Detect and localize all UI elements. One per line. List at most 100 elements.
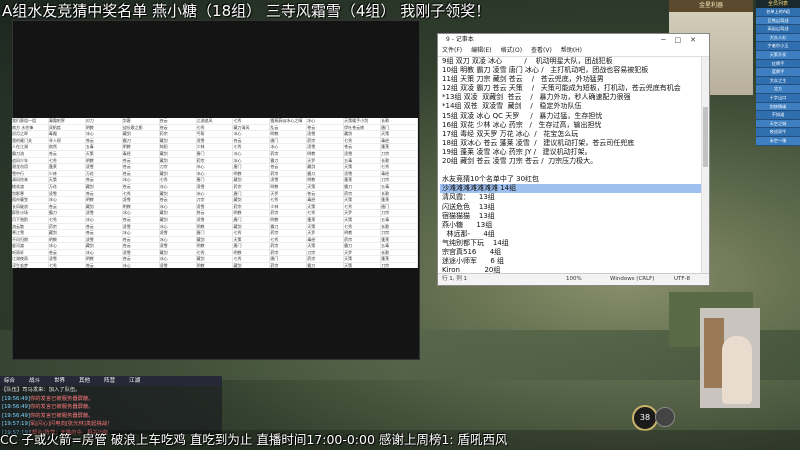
chat-tab[interactable]: 世界 [50, 378, 65, 384]
sheet-cell[interactable]: 药宗 [270, 230, 308, 237]
sheet-cell[interactable]: 冰心 [196, 164, 234, 171]
sheet-cell[interactable]: 唐门 [196, 177, 234, 184]
sheet-cell[interactable]: 战长歌之影 [122, 124, 160, 132]
sheet-cell[interactable]: 明教 [307, 150, 345, 158]
sheet-cell[interactable]: 明教 [196, 243, 234, 250]
sheet-cell[interactable]: 天策 [307, 203, 345, 211]
sheet-cell[interactable]: 天策 [344, 197, 382, 204]
sheet-cell[interactable]: 刀宗 [381, 263, 418, 268]
sheet-cell[interactable]: 天策 [344, 256, 382, 264]
sheet-cell[interactable]: 冰心 [270, 144, 308, 151]
sheet-cell[interactable]: 凌雪 [85, 236, 123, 244]
spreadsheet-panel[interactable]: 我们赛组一组 凝霜射界 对刀 剑客 苍云 江湖追风 七秀 霞蒸蔚@冰心之晴 冰心 天策暖手小剑 长歌… [12, 118, 418, 268]
chat-tab[interactable]: 其他 [75, 378, 90, 384]
sheet-cell[interactable]: 冰心 [85, 216, 123, 224]
sheet-cell[interactable]: 毒霜 [48, 131, 86, 138]
sheet-cell[interactable]: 药宗 [270, 170, 308, 178]
sheet-cell[interactable]: 雪中行 [12, 170, 49, 178]
sheet-cell[interactable]: 霸刀 [344, 183, 382, 191]
sheet-cell[interactable]: 双帆疾 [48, 124, 86, 132]
sheet-cell[interactable]: 孤舟蓑笠 [12, 197, 49, 204]
sheet-cell[interactable]: 唐门 [381, 124, 418, 132]
right-list-item[interactable]: 巨铁山驾战 [756, 16, 800, 26]
sheet-cell[interactable]: 五毒 [344, 157, 382, 165]
sheet-cell[interactable]: 苍云 [122, 183, 160, 191]
sheet-cell[interactable]: 苍云 [270, 164, 308, 171]
sheet-cell[interactable]: 天策暖手小剑 [344, 118, 382, 125]
notepad-menu-item[interactable]: 帮助(H) [561, 47, 582, 54]
sheet-cell[interactable]: 寒江雪 [12, 230, 49, 237]
sheet-cell[interactable]: 月下独酌 [12, 216, 49, 224]
sheet-cell[interactable]: 藏剑 [85, 183, 123, 191]
sheet-cell[interactable]: 冰心 [123, 263, 160, 268]
sheet-cell[interactable]: 冰心 [233, 150, 271, 158]
sheet-cell[interactable]: 剑客 [122, 118, 160, 125]
sheet-cell[interactable]: 凌雪 [307, 144, 345, 151]
sheet-cell[interactable]: 苍云 [122, 164, 160, 171]
sheet-cell[interactable]: 天罗 [344, 210, 382, 217]
sheet-cell[interactable]: 七秀 [49, 263, 86, 268]
chat-tab[interactable]: 综合 [0, 378, 15, 384]
sheet-cell[interactable]: 苍云 [48, 249, 86, 257]
sheet-cell[interactable]: 天策 [381, 131, 418, 138]
sheet-cell[interactable]: 苍云 [85, 177, 123, 184]
sheet-cell[interactable]: 五毒 [381, 243, 418, 250]
sheet-cell[interactable]: 五毒 [381, 183, 418, 191]
sheet-cell[interactable]: 明教 [233, 170, 271, 178]
chat-tab[interactable]: 战斗 [25, 378, 40, 384]
sheet-cell[interactable]: 五毒 [381, 216, 418, 224]
right-list-item[interactable]: 半空一锤 [756, 136, 800, 146]
sheet-cell[interactable]: 明教 [270, 216, 308, 224]
sheet-cell[interactable]: 苍云 [307, 124, 345, 132]
sheet-cell[interactable]: 天策 [85, 150, 123, 158]
right-list-item[interactable]: 宁者尔小玉 [756, 42, 800, 51]
sheet-cell[interactable]: 七秀 [233, 256, 271, 264]
sheet-cell[interactable]: 冰心 [159, 203, 197, 211]
sheet-cell[interactable]: 藏剑 [159, 210, 197, 217]
sheet-cell[interactable]: 伊吐苍云棱 [344, 124, 382, 132]
sheet-cell[interactable]: 明教 [344, 230, 382, 237]
sheet-cell[interactable]: 毒经 [381, 170, 418, 178]
sheet-cell[interactable]: 藏剑 [159, 170, 197, 178]
sheet-cell[interactable]: 藏剑 [85, 243, 123, 250]
sheet-cell[interactable]: 七秀 [48, 216, 86, 224]
sheet-cell[interactable]: 长歌 [381, 249, 418, 257]
sheet-cell[interactable]: 明教 [122, 203, 160, 211]
sheet-cell[interactable]: 藏剑 [48, 230, 86, 237]
sheet-cell[interactable]: 冰心 [159, 256, 197, 264]
sheet-cell[interactable]: 凌雪 [159, 230, 197, 237]
sheet-cell[interactable]: 苍云 [122, 243, 160, 250]
sheet-cell[interactable]: 凌雪 [122, 223, 160, 231]
sheet-cell[interactable]: 长歌 [381, 223, 418, 231]
sheet-cell[interactable]: 凌雪 [196, 137, 234, 145]
sheet-cell[interactable]: 明教 [233, 249, 271, 257]
sheet-cell[interactable]: 天罗 [307, 157, 345, 165]
skill-icon[interactable] [655, 407, 675, 427]
sheet-cell[interactable]: 长歌 [381, 190, 418, 198]
sheet-cell[interactable]: 藏剑 [159, 216, 197, 224]
right-list-item[interactable]: 十字山口 [756, 93, 800, 103]
sheet-cell[interactable]: 藏剑 [233, 177, 271, 184]
sheet-cell[interactable]: 冰心 [122, 177, 160, 184]
sheet-cell[interactable]: 天策 [344, 263, 382, 268]
sheet-cell[interactable]: 七秀 [196, 124, 234, 132]
sheet-cell[interactable]: 凌雪 [307, 131, 345, 138]
notepad-scrollbar[interactable] [701, 57, 709, 273]
sheet-cell[interactable]: 七秀 [233, 118, 271, 125]
sheet-cell[interactable]: 天罗 [270, 190, 308, 198]
sheet-cell[interactable]: 七秀 [344, 203, 382, 211]
right-list-item[interactable]: 天空之城 [756, 119, 800, 129]
sheet-cell[interactable]: 唐门 [196, 150, 234, 158]
notepad-menu-item[interactable]: 格式(O) [501, 47, 522, 54]
sheet-cell[interactable]: 桃花渡 [12, 183, 49, 191]
sheet-cell[interactable]: 清风徐来 [12, 177, 49, 184]
sheet-cell[interactable]: 唐门 [233, 164, 271, 171]
right-list-item[interactable]: 高岩山驾战 [756, 25, 800, 34]
sheet-cell[interactable]: 人在江湖 [12, 144, 49, 151]
sheet-cell[interactable]: 苍云 [159, 124, 197, 132]
sheet-cell[interactable]: 药宗 [307, 256, 345, 264]
right-list-item[interactable]: 红牌手 [756, 59, 800, 69]
sheet-cell[interactable]: 霸刀 [307, 170, 345, 178]
sheet-cell[interactable]: 霸刀 [122, 137, 160, 145]
sheet-cell[interactable]: 长风破浪 [12, 203, 49, 211]
